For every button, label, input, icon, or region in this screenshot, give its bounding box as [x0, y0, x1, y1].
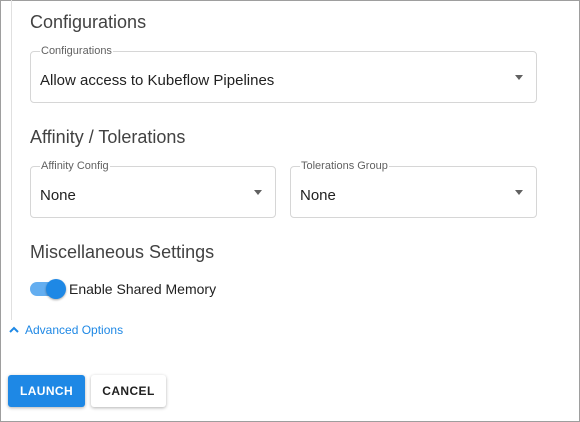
configurations-select-label: Configurations	[40, 44, 113, 58]
tolerations-group-value: None	[300, 187, 336, 204]
affinity-config-select[interactable]: Affinity Config None	[30, 159, 276, 218]
chevron-up-icon	[9, 326, 19, 333]
configurations-select[interactable]: Configurations Allow access to Kubeflow …	[30, 44, 537, 103]
chevron-down-icon	[515, 190, 523, 195]
misc-section-title: Miscellaneous Settings	[30, 242, 215, 262]
section-divider-line	[11, 0, 12, 320]
advanced-options-toggle[interactable]: Advanced Options	[8, 323, 123, 337]
tolerations-group-label: Tolerations Group	[300, 159, 389, 173]
tolerations-group-select[interactable]: Tolerations Group None	[290, 159, 537, 218]
shared-memory-label: Enable Shared Memory	[69, 281, 217, 297]
affinity-section-title: Affinity / Tolerations	[30, 127, 186, 147]
chevron-down-icon	[254, 190, 262, 195]
toggle-knob[interactable]	[46, 279, 66, 299]
chevron-down-icon	[515, 75, 523, 80]
affinity-config-label: Affinity Config	[40, 159, 110, 173]
cancel-button[interactable]: CANCEL	[91, 375, 166, 407]
configurations-section-title: Configurations	[30, 12, 147, 32]
advanced-options-label: Advanced Options	[25, 323, 124, 337]
affinity-config-value: None	[40, 187, 76, 204]
configurations-select-value: Allow access to Kubeflow Pipelines	[40, 72, 275, 89]
shared-memory-toggle[interactable]	[30, 279, 66, 299]
launch-button[interactable]: LAUNCH	[8, 375, 85, 407]
